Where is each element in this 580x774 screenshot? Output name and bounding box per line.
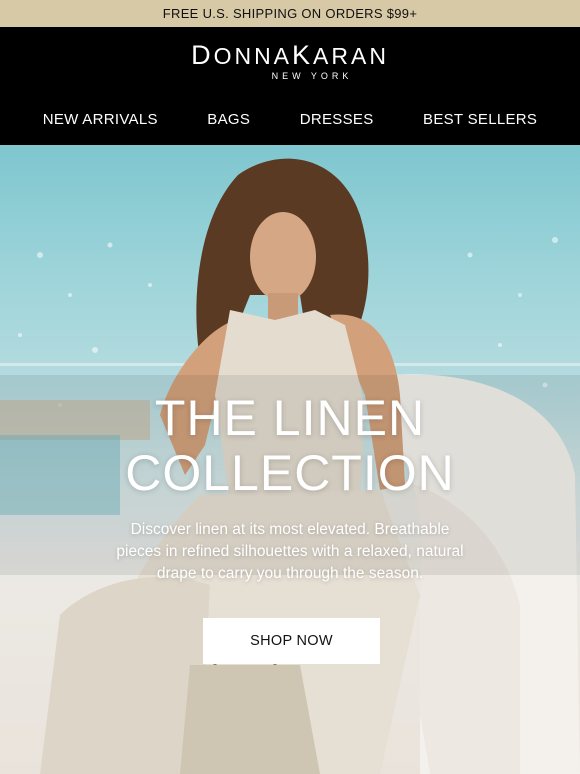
nav-item-new-arrivals[interactable]: NEW ARRIVALS <box>43 111 158 128</box>
hero-banner[interactable]: THE LINEN COLLECTION Discover linen at i… <box>0 145 580 774</box>
hero-description-line-3: drape to carry you through the season. <box>156 565 424 582</box>
hero-title: THE LINEN COLLECTION <box>0 391 580 501</box>
hero-title-line-1: THE LINEN <box>154 390 426 446</box>
hero-title-line-2: COLLECTION <box>125 445 455 501</box>
shop-now-button[interactable]: SHOP NOW <box>203 618 380 664</box>
nav-item-bags[interactable]: BAGS <box>207 111 250 128</box>
brand-logo[interactable]: DONNAKARAN NEW YORK <box>0 41 580 82</box>
hero-description: Discover linen at its most elevated. Bre… <box>70 519 510 585</box>
promo-text: FREE U.S. SHIPPING ON ORDERS $99+ <box>162 6 418 21</box>
promo-banner[interactable]: FREE U.S. SHIPPING ON ORDERS $99+ <box>0 0 580 27</box>
brand-subline: NEW YORK <box>271 71 353 81</box>
hero-description-line-1: Discover linen at its most elevated. Bre… <box>130 521 450 538</box>
main-nav: NEW ARRIVALS BAGS DRESSES BEST SELLERS <box>0 111 580 128</box>
nav-item-dresses[interactable]: DRESSES <box>300 111 374 128</box>
hero-description-line-2: pieces in refined silhouettes with a rel… <box>116 543 464 560</box>
nav-item-best-sellers[interactable]: BEST SELLERS <box>423 111 537 128</box>
site-header: DONNAKARAN NEW YORK NEW ARRIVALS BAGS DR… <box>0 27 580 145</box>
brand-wordmark: DONNAKARAN <box>191 40 389 70</box>
